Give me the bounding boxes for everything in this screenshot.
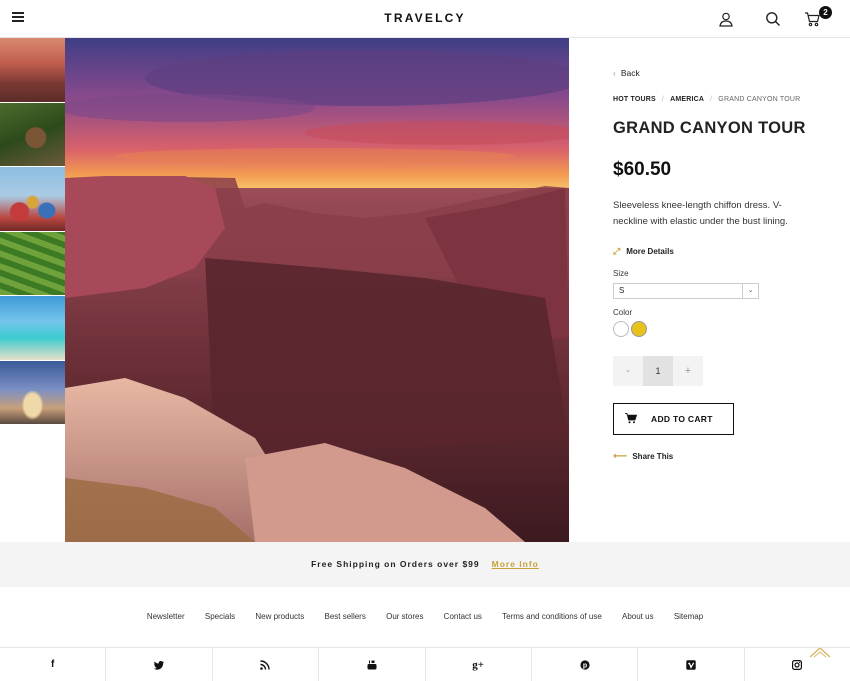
add-to-cart-button[interactable]: ADD TO CART xyxy=(613,403,734,435)
thumbnail-list xyxy=(0,38,65,425)
thumbnail-cathedral[interactable] xyxy=(0,167,65,232)
youtube-icon[interactable] xyxy=(319,648,426,681)
social-bar: f g+ p xyxy=(0,647,850,681)
breadcrumb: HOT TOURS / AMERICA / GRAND CANYON TOUR xyxy=(613,96,800,103)
color-swatch-yellow[interactable] xyxy=(631,321,647,337)
breadcrumb-current: GRAND CANYON TOUR xyxy=(718,96,801,103)
quantity-decrease-button[interactable]: - xyxy=(613,356,643,386)
back-link[interactable]: ‹ Back xyxy=(613,68,640,78)
color-label: Color xyxy=(613,308,633,317)
thumbnail-louvre[interactable] xyxy=(0,360,65,425)
cart-icon[interactable] xyxy=(804,11,820,27)
quantity-increase-button[interactable]: + xyxy=(673,356,703,386)
thumbnail-rice-terraces[interactable] xyxy=(0,231,65,296)
footer-links: Newsletter Specials New products Best se… xyxy=(0,612,850,621)
chevron-left-icon: ‹ xyxy=(613,68,616,78)
rss-icon[interactable] xyxy=(213,648,320,681)
shipping-text: Free Shipping on Orders over $99 xyxy=(311,559,480,569)
breadcrumb-hot-tours[interactable]: HOT TOURS xyxy=(613,96,656,103)
thumbnail-monkey[interactable] xyxy=(0,102,65,167)
product-price: $60.50 xyxy=(613,159,672,180)
size-select[interactable]: S ⌄ xyxy=(613,283,759,299)
product-description: Sleeveless knee-length chiffon dress. V-… xyxy=(613,200,788,227)
google-plus-icon[interactable]: g+ xyxy=(426,648,532,681)
search-icon[interactable] xyxy=(765,11,781,27)
share-label: Share This xyxy=(632,452,674,461)
footer-link-new-products[interactable]: New products xyxy=(255,612,304,621)
more-details-link[interactable]: ⤢ More Details xyxy=(613,246,674,257)
breadcrumb-separator: / xyxy=(661,96,665,103)
breadcrumb-america[interactable]: AMERICA xyxy=(670,96,704,103)
color-swatch-white[interactable] xyxy=(613,321,629,337)
footer-link-best-sellers[interactable]: Best sellers xyxy=(325,612,366,621)
thumbnail-grand-canyon[interactable] xyxy=(0,38,65,103)
breadcrumb-separator: / xyxy=(710,96,713,103)
instagram-icon[interactable] xyxy=(745,648,850,681)
cart-icon xyxy=(625,413,637,424)
pinterest-icon[interactable]: p xyxy=(532,648,639,681)
footer-link-sitemap[interactable]: Sitemap xyxy=(674,612,703,621)
footer-link-specials[interactable]: Specials xyxy=(205,612,235,621)
more-info-link[interactable]: More Info xyxy=(492,559,539,569)
user-icon[interactable] xyxy=(718,11,734,27)
share-icon: ⟵ xyxy=(613,451,628,462)
shipping-banner: Free Shipping on Orders over $99 More Inf… xyxy=(0,542,850,587)
quantity-value[interactable]: 1 xyxy=(643,356,673,386)
share-link[interactable]: ⟵ Share This xyxy=(613,451,673,462)
chevron-down-icon: ⌄ xyxy=(742,284,758,298)
back-label: Back xyxy=(620,68,640,78)
product-title: GRAND CANYON TOUR xyxy=(613,119,806,137)
expand-icon: ⤢ xyxy=(613,246,621,256)
svg-text:p: p xyxy=(582,662,586,669)
footer-link-newsletter[interactable]: Newsletter xyxy=(147,612,185,621)
more-details-label: More Details xyxy=(626,247,674,256)
size-value: S xyxy=(619,286,625,295)
footer-link-our-stores[interactable]: Our stores xyxy=(386,612,423,621)
footer-link-about-us[interactable]: About us xyxy=(622,612,654,621)
vimeo-icon[interactable] xyxy=(638,648,745,681)
size-label: Size xyxy=(613,269,629,278)
cart-count-badge: 2 xyxy=(819,6,832,19)
footer-link-contact-us[interactable]: Contact us xyxy=(444,612,482,621)
main-product-image[interactable] xyxy=(65,38,569,542)
facebook-icon[interactable]: f xyxy=(0,648,107,681)
footer-link-terms[interactable]: Terms and conditions of use xyxy=(502,612,602,621)
twitter-icon[interactable] xyxy=(106,648,213,681)
thumbnail-boat[interactable] xyxy=(0,296,65,361)
add-to-cart-label: ADD TO CART xyxy=(651,413,713,424)
site-header: TRAVELCY 2 xyxy=(0,0,850,38)
